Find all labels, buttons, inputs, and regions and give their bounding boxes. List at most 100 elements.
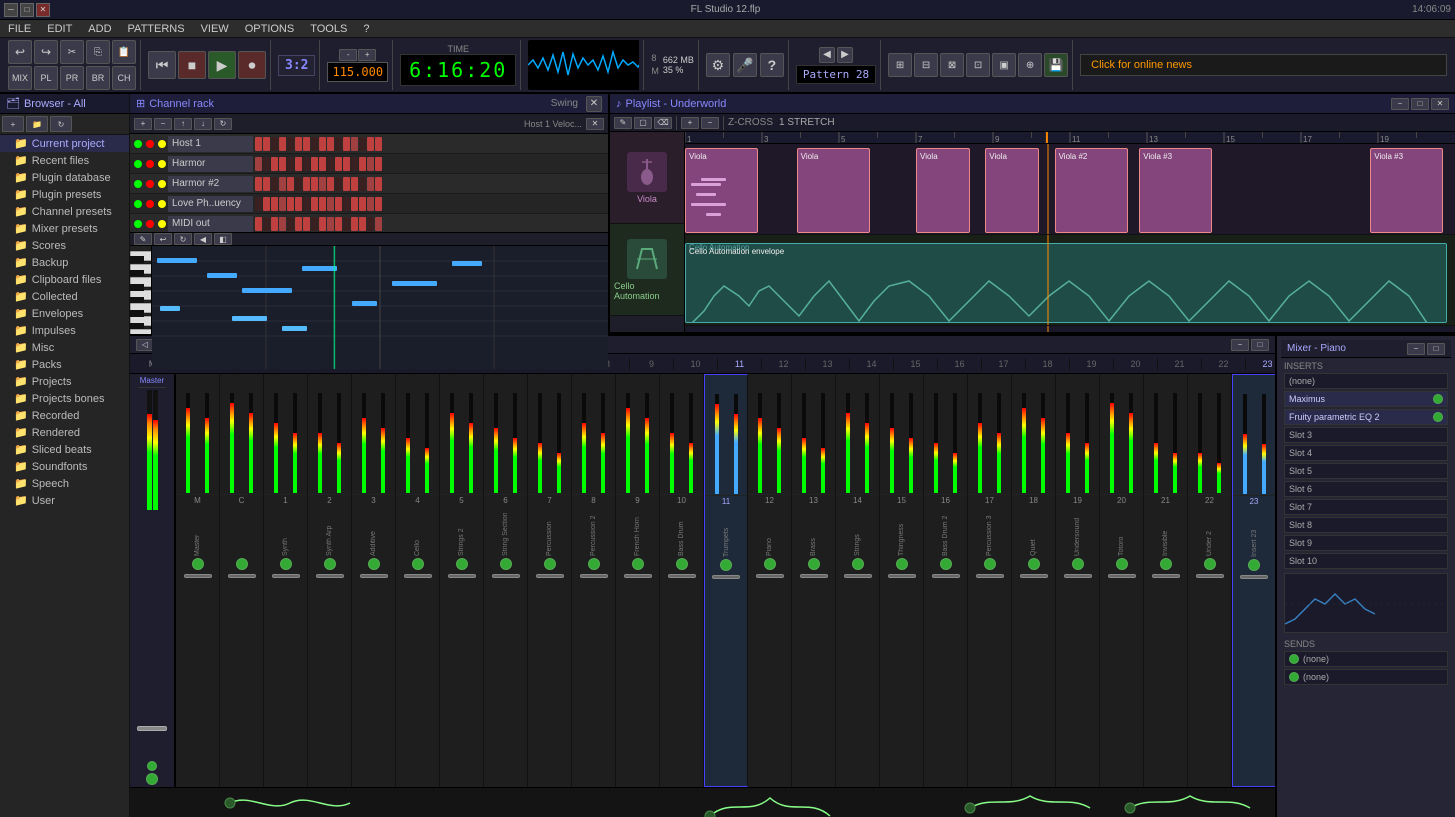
ch-send-dot[interactable]: [808, 558, 820, 570]
sidebar-item-scores[interactable]: 📁 Scores: [0, 237, 129, 254]
ch-fader[interactable]: [624, 574, 652, 578]
ch-step[interactable]: [295, 177, 302, 191]
ch-step[interactable]: [351, 217, 358, 231]
mixer-channel-8[interactable]: 8 Percussion 2: [572, 374, 616, 787]
ch-step[interactable]: [287, 197, 294, 211]
btn-prev[interactable]: ⏮: [148, 51, 176, 79]
ch-step[interactable]: [263, 217, 270, 231]
sidebar-item-projects-bones[interactable]: 📁 Projects bones: [0, 390, 129, 407]
btn-fx6[interactable]: ⊕: [1018, 53, 1042, 77]
ch-fader[interactable]: [1152, 574, 1180, 578]
sidebar-item-channel-presets[interactable]: 📁 Channel presets: [0, 203, 129, 220]
ch-step[interactable]: [351, 157, 358, 171]
btn-settings[interactable]: ⚙: [706, 53, 730, 77]
ch-step[interactable]: [295, 137, 302, 151]
ch-rack-btn-up[interactable]: ↑: [174, 118, 192, 130]
insert-slot-3[interactable]: Slot 3: [1284, 427, 1448, 443]
pr-btn1[interactable]: ✎: [134, 233, 152, 245]
mixer-channel-13[interactable]: 13 Brass: [792, 374, 836, 787]
ch-step[interactable]: [295, 217, 302, 231]
ch-step[interactable]: [303, 217, 310, 231]
ch-led-green[interactable]: [134, 160, 142, 168]
ch-step[interactable]: [295, 197, 302, 211]
pr-btn2[interactable]: ↩: [154, 233, 172, 245]
ch-fader[interactable]: [536, 574, 564, 578]
mixer-channel-12[interactable]: 12 Piano: [748, 374, 792, 787]
mixer-channel-4[interactable]: 4 Cello: [396, 374, 440, 787]
ch-step[interactable]: [367, 157, 374, 171]
ch-step[interactable]: [263, 177, 270, 191]
sidebar-item-envelopes[interactable]: 📁 Envelopes: [0, 305, 129, 322]
menu-add[interactable]: ADD: [84, 23, 115, 35]
ch-fader[interactable]: [712, 575, 740, 579]
ch-step[interactable]: [335, 217, 342, 231]
pr-btn3[interactable]: ↻: [174, 233, 192, 245]
sidebar-item-clipboard[interactable]: 📁 Clipboard files: [0, 271, 129, 288]
ch-step[interactable]: [343, 157, 350, 171]
ch-fader[interactable]: [932, 574, 960, 578]
pattern-cello-1[interactable]: Cello Automation envelope: [685, 243, 1447, 323]
ch-led-yellow[interactable]: [158, 160, 166, 168]
ch-fader[interactable]: [1064, 574, 1092, 578]
ch-send-dot[interactable]: [236, 558, 248, 570]
ch-led-yellow[interactable]: [158, 220, 166, 228]
ch-step[interactable]: [311, 157, 318, 171]
pl-btn-select[interactable]: ▢: [634, 117, 652, 129]
ch-fader[interactable]: [184, 574, 212, 578]
ch-send-dot[interactable]: [1248, 559, 1260, 571]
insert-slot-9[interactable]: Slot 9: [1284, 535, 1448, 551]
ch-step[interactable]: [359, 197, 366, 211]
insert-slot-2[interactable]: Fruity parametric EQ 2: [1284, 409, 1448, 425]
ch-step[interactable]: [367, 217, 374, 231]
insert-slot-4[interactable]: Slot 4: [1284, 445, 1448, 461]
pl-btn-zoom-in[interactable]: +: [681, 117, 699, 129]
bpm-up[interactable]: +: [358, 49, 376, 61]
pattern-viola-4[interactable]: Viola: [985, 148, 1039, 233]
btn-play[interactable]: ▶: [208, 51, 236, 79]
insert-slot-5[interactable]: Slot 5: [1284, 463, 1448, 479]
ch-send-dot[interactable]: [1160, 558, 1172, 570]
mixer-channel-11[interactable]: 11 Trumpets: [704, 374, 748, 787]
send-slot-0[interactable]: (none): [1284, 651, 1448, 667]
btn-fx2[interactable]: ⊟: [914, 53, 938, 77]
mixer-btn-min[interactable]: −: [1231, 339, 1249, 351]
ch-step[interactable]: [375, 177, 382, 191]
sidebar-item-backup[interactable]: 📁 Backup: [0, 254, 129, 271]
ch-step[interactable]: [327, 217, 334, 231]
ch-step[interactable]: [279, 177, 286, 191]
ch-step[interactable]: [311, 197, 318, 211]
ch-send-dot[interactable]: [412, 558, 424, 570]
btn-browser[interactable]: BR: [86, 66, 110, 90]
piano-roll-grid[interactable]: [152, 246, 608, 369]
sidebar-item-current-project[interactable]: 📁 Current project: [0, 135, 129, 152]
mixer-right-max[interactable]: □: [1427, 343, 1445, 355]
ch-step[interactable]: [271, 197, 278, 211]
menu-edit[interactable]: EDIT: [43, 23, 76, 35]
ch-step[interactable]: [359, 217, 366, 231]
mixer-channel-15[interactable]: 15 Thingness: [880, 374, 924, 787]
ch-fader[interactable]: [756, 574, 784, 578]
send-dot-1[interactable]: [1289, 672, 1299, 682]
btn-fx3[interactable]: ⊠: [940, 53, 964, 77]
sidebar-item-misc[interactable]: 📁 Misc: [0, 339, 129, 356]
ch-led-green[interactable]: [134, 180, 142, 188]
insert-slot-8[interactable]: Slot 8: [1284, 517, 1448, 533]
ch-send-dot[interactable]: [1116, 558, 1128, 570]
ch-fader[interactable]: [800, 574, 828, 578]
ch-send-dot[interactable]: [456, 558, 468, 570]
ch-step[interactable]: [263, 157, 270, 171]
ch-name-loveph[interactable]: Love Ph..uency: [168, 196, 253, 212]
ch-send-dot[interactable]: [896, 558, 908, 570]
ch-step[interactable]: [311, 137, 318, 151]
sidebar-item-plugin-presets[interactable]: 📁 Plugin presets: [0, 186, 129, 203]
pattern-viola-1[interactable]: Viola: [685, 148, 758, 233]
insert-slot-10[interactable]: Slot 10: [1284, 553, 1448, 569]
bpm-down[interactable]: -: [339, 49, 357, 61]
ch-send-dot[interactable]: [368, 558, 380, 570]
send-dot-0[interactable]: [1289, 654, 1299, 664]
master-send-dot2[interactable]: [146, 773, 158, 785]
playlist-btn2[interactable]: □: [1411, 98, 1429, 110]
ch-rack-btn-delete[interactable]: −: [154, 118, 172, 130]
win-btn-close[interactable]: ✕: [36, 3, 50, 17]
ch-name-harmor[interactable]: Harmor: [168, 156, 253, 172]
